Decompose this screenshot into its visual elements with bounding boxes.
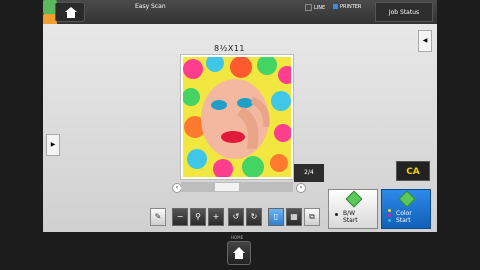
clear-all-button[interactable]: CA bbox=[396, 161, 430, 181]
magenta-dot bbox=[388, 214, 391, 217]
expand-left-tab[interactable]: ▶ bbox=[46, 134, 60, 156]
edit-preview-button[interactable]: ✎ bbox=[150, 208, 166, 226]
rotate-right-icon: ↻ bbox=[250, 212, 258, 221]
home-icon bbox=[65, 7, 77, 18]
cyan-dot bbox=[388, 219, 391, 222]
magnifier-icon: ⚲ bbox=[195, 212, 201, 221]
minus-icon: − bbox=[176, 212, 184, 221]
color-start-label: Color Start bbox=[396, 210, 412, 224]
bw-start-label: B/W Start bbox=[343, 210, 358, 224]
page-counter: 2/4 bbox=[294, 164, 324, 182]
zoom-in-button[interactable]: + bbox=[208, 208, 224, 226]
plus-icon: + bbox=[212, 212, 220, 221]
printer-status-icon bbox=[333, 4, 338, 9]
start-icon bbox=[345, 190, 363, 208]
line-status: LINE bbox=[305, 4, 325, 11]
start-icon bbox=[398, 190, 416, 208]
printer-status: PRINTER bbox=[333, 4, 361, 10]
grid-view-button[interactable]: ▦ bbox=[286, 208, 302, 226]
fit-view-button[interactable]: ⧉ bbox=[304, 208, 320, 226]
scroll-thumb[interactable] bbox=[215, 183, 239, 191]
job-status-button[interactable]: Job Status bbox=[375, 2, 433, 22]
grid-icon: ▦ bbox=[290, 212, 298, 221]
rotate-right-button[interactable]: ↻ bbox=[246, 208, 262, 226]
top-bar: Easy Scan LINE PRINTER Job Status bbox=[43, 0, 437, 28]
fit-icon: ⧉ bbox=[309, 212, 315, 221]
zoom-out-button[interactable]: − bbox=[172, 208, 188, 226]
preview-scrollbar[interactable] bbox=[181, 182, 293, 192]
black-dot bbox=[335, 213, 338, 216]
preview-image bbox=[183, 57, 291, 177]
top-home-button[interactable] bbox=[55, 2, 85, 22]
home-label: HOME bbox=[231, 235, 244, 240]
line-status-icon bbox=[305, 4, 312, 11]
right-bezel bbox=[437, 0, 480, 270]
home-icon bbox=[233, 247, 245, 259]
color-start-button[interactable]: Color Start bbox=[381, 189, 431, 229]
scroll-right-button[interactable]: › bbox=[296, 183, 306, 193]
rotate-left-icon: ↺ bbox=[232, 212, 240, 221]
single-page-icon: ▯ bbox=[273, 212, 279, 221]
yellow-dot bbox=[388, 209, 391, 212]
easy-scan-label[interactable]: Easy Scan bbox=[135, 3, 175, 10]
single-page-view-button[interactable]: ▯ bbox=[268, 208, 284, 226]
zoom-button[interactable]: ⚲ bbox=[190, 208, 206, 226]
rotate-left-button[interactable]: ↺ bbox=[228, 208, 244, 226]
expand-right-tab[interactable]: ◀ bbox=[418, 30, 432, 52]
home-button[interactable] bbox=[227, 241, 251, 265]
paper-size-label: 8½X11 bbox=[214, 44, 246, 53]
page-preview[interactable] bbox=[180, 54, 294, 180]
left-bezel bbox=[0, 0, 43, 270]
bw-start-button[interactable]: B/W Start bbox=[328, 189, 378, 229]
